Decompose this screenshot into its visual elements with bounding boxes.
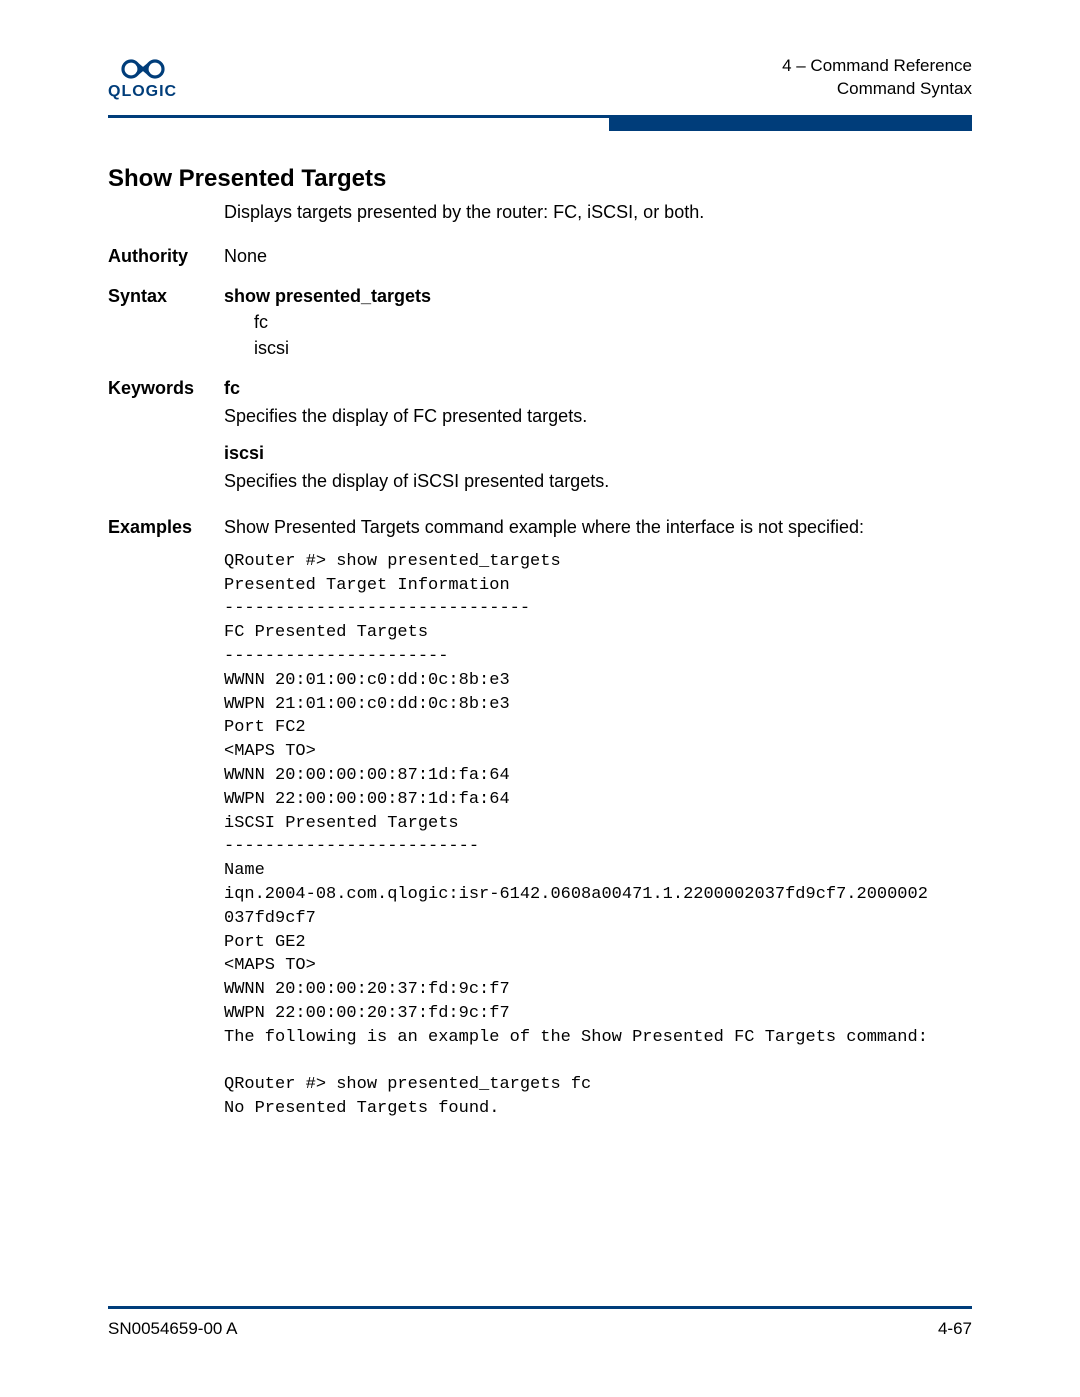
header-line-1: 4 – Command Reference — [782, 55, 972, 78]
footer-left: SN0054659-00 A — [108, 1319, 238, 1339]
syntax-opt-fc: fc — [254, 309, 972, 335]
header-line-2: Command Syntax — [782, 78, 972, 101]
logo-text: QLOGIC — [108, 83, 177, 101]
page-footer: SN0054659-00 A 4-67 — [108, 1306, 972, 1339]
authority-value: None — [224, 243, 972, 269]
authority-label: Authority — [108, 243, 224, 269]
keyword-iscsi-desc: Specifies the display of iSCSI presented… — [224, 468, 972, 494]
syntax-command: show presented_targets — [224, 283, 972, 309]
footer-right: 4-67 — [938, 1319, 972, 1339]
page-header: QLOGIC 4 – Command Reference Command Syn… — [108, 55, 972, 109]
examples-intro: Show Presented Targets command example w… — [224, 514, 972, 540]
keyword-fc-desc: Specifies the display of FC presented ta… — [224, 403, 972, 429]
examples-label: Examples — [108, 514, 224, 540]
keywords-label: Keywords — [108, 375, 224, 401]
content: Show Presented Targets Displays targets … — [108, 165, 972, 1121]
header-rule — [108, 115, 972, 131]
syntax-label: Syntax — [108, 283, 224, 309]
keyword-iscsi: iscsi — [224, 440, 972, 466]
keyword-fc: fc — [224, 375, 972, 401]
header-text: 4 – Command Reference Command Syntax — [782, 55, 972, 101]
syntax-opt-iscsi: iscsi — [254, 335, 972, 361]
examples-block: QRouter #> show presented_targets Presen… — [224, 550, 972, 1121]
intro-text: Displays targets presented by the router… — [224, 199, 972, 225]
page-title: Show Presented Targets — [108, 165, 972, 193]
qlogic-icon — [113, 57, 173, 81]
logo: QLOGIC — [108, 57, 177, 101]
